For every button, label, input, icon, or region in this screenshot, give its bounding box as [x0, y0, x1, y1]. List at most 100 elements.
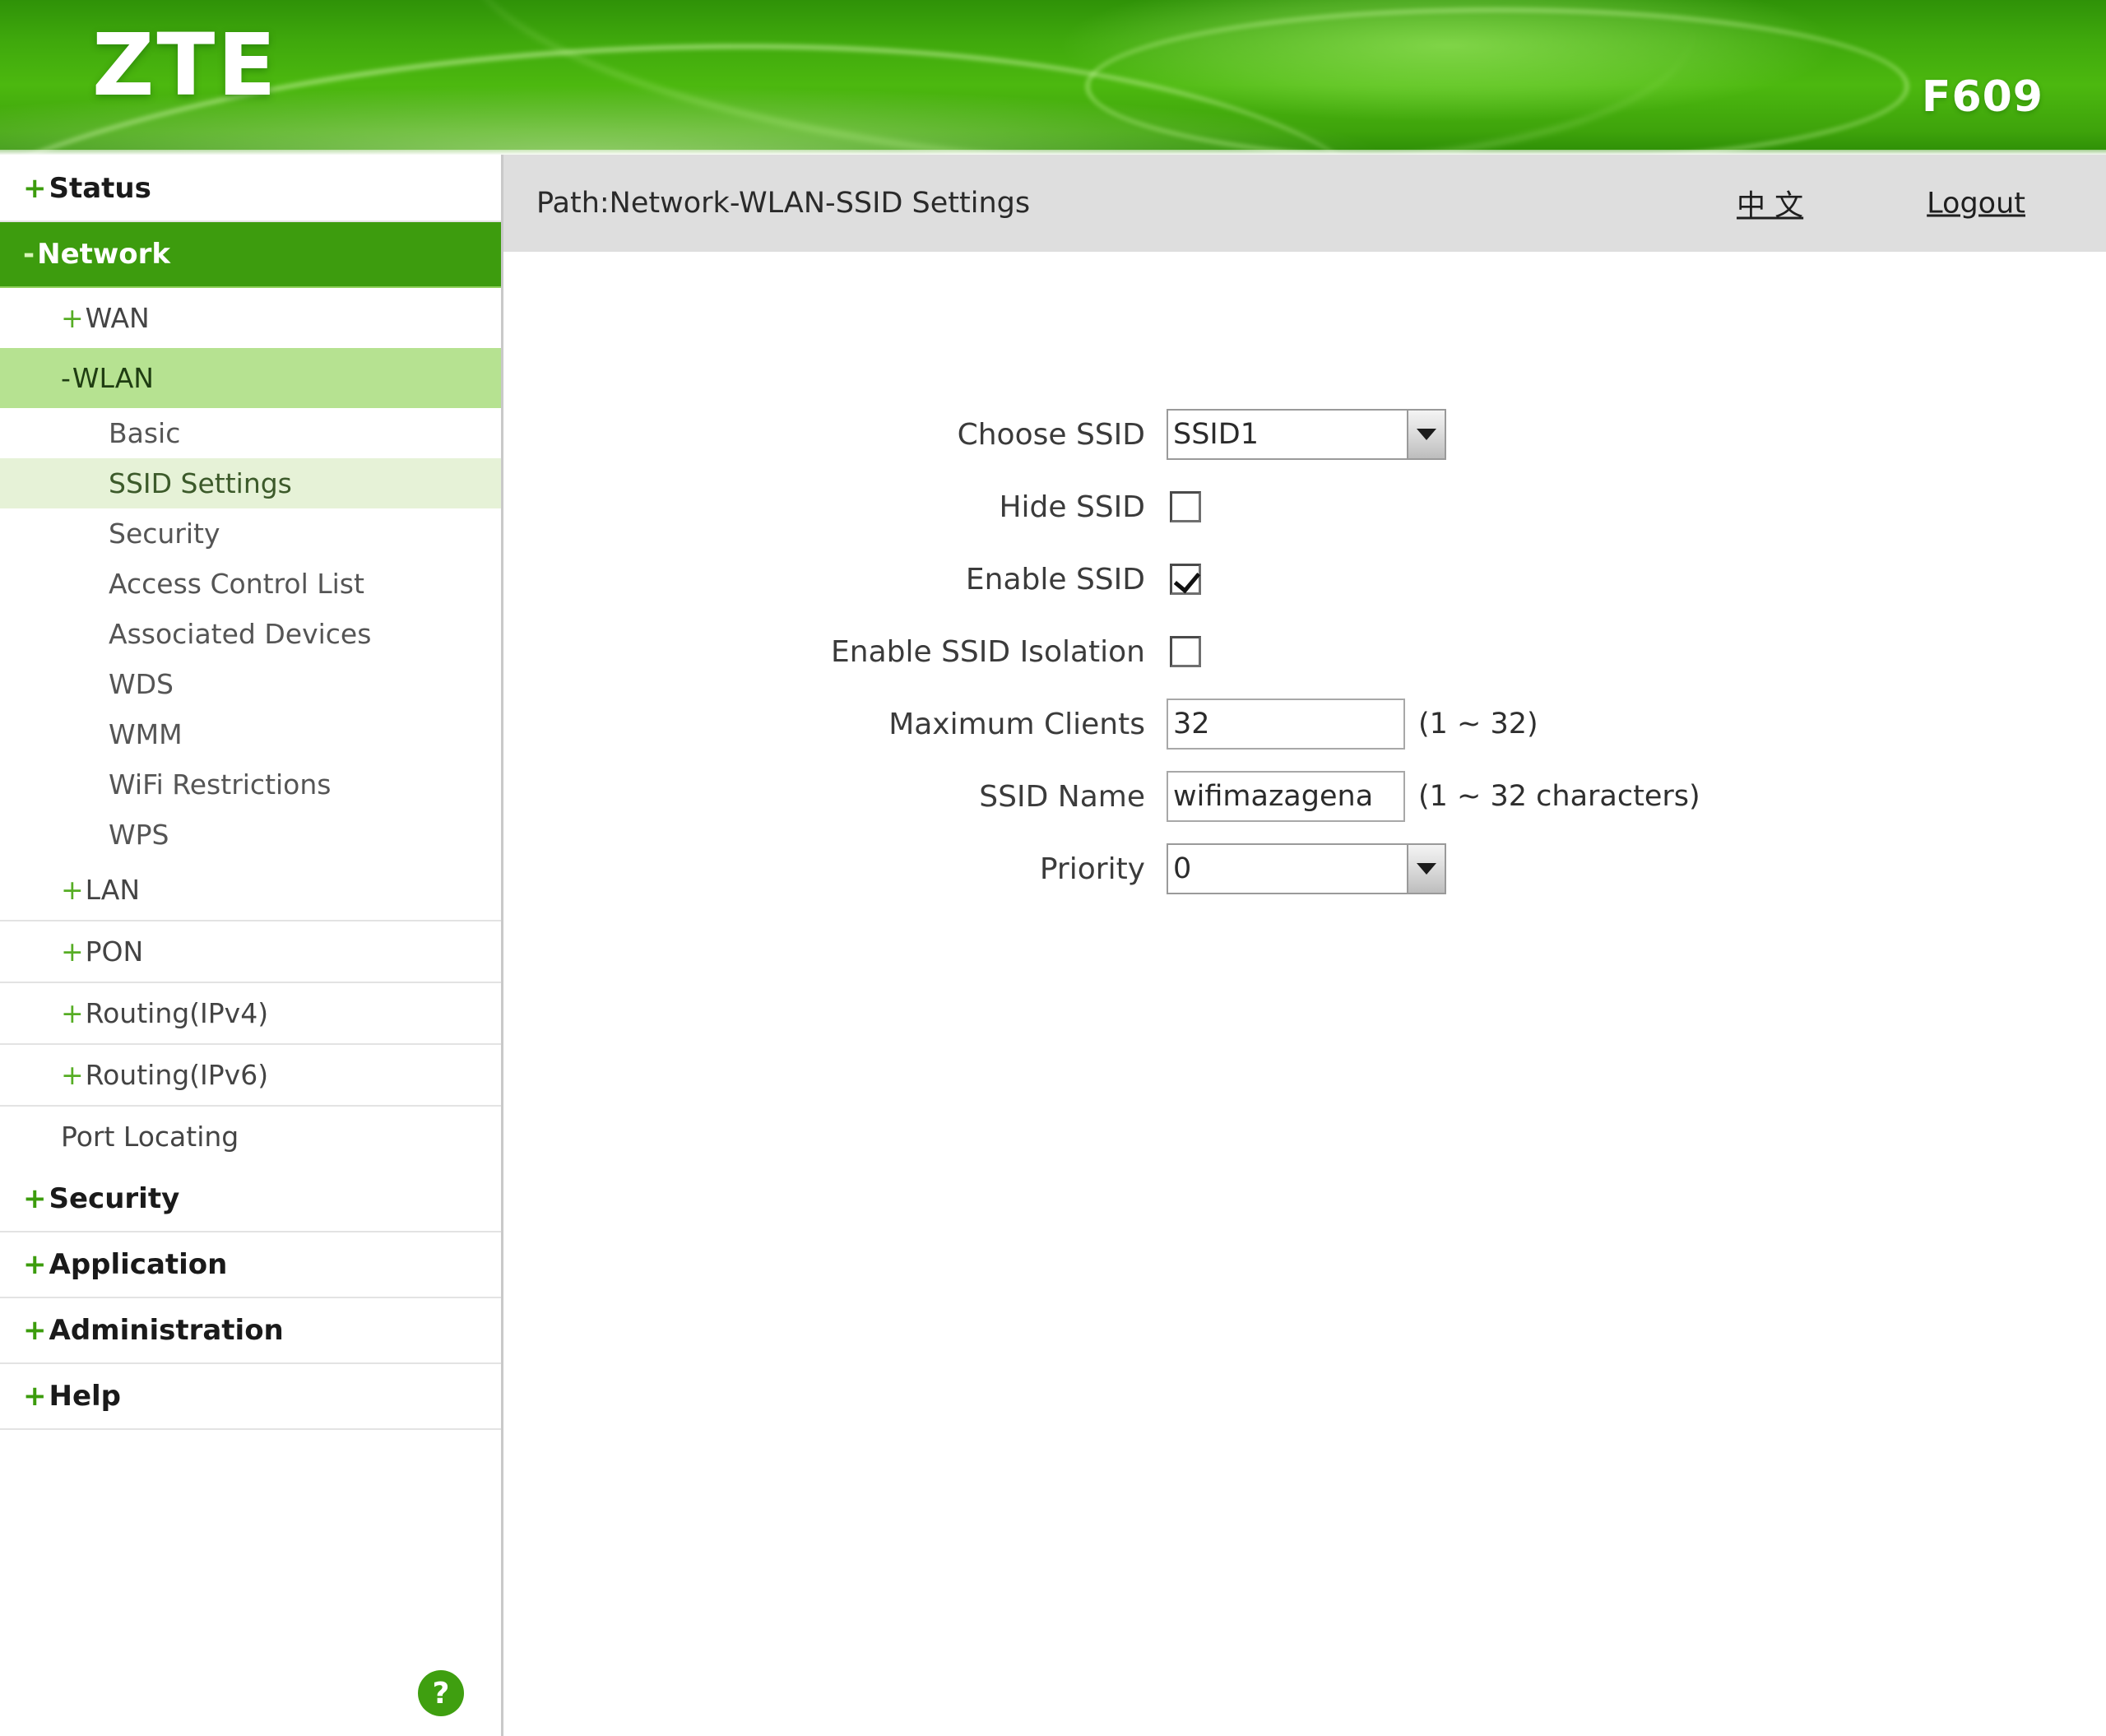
sidebar-item-associated-devices[interactable]: Associated Devices: [0, 609, 501, 659]
expand-plus-icon: +: [61, 874, 84, 906]
sidebar-item-label: Associated Devices: [109, 618, 371, 650]
maximum-clients-label: Maximum Clients: [665, 708, 1167, 741]
maximum-clients-hint: (1 ~ 32): [1418, 708, 1538, 740]
form-row-ssid-name: SSID Name (1 ~ 32 characters): [665, 760, 2106, 833]
sidebar-item-label: PON: [86, 935, 144, 968]
sidebar-item-security[interactable]: Security: [0, 508, 501, 559]
language-switch-link[interactable]: 中 文: [1737, 183, 1803, 225]
sidebar-item-label: Network: [37, 238, 170, 271]
priority-label: Priority: [665, 852, 1167, 886]
sidebar-item-label: WDS: [109, 668, 174, 700]
ssid-settings-form: Choose SSID SSID1SSID2SSID3SSID4 Hide SS…: [503, 252, 2106, 905]
sidebar-item-pon[interactable]: +PON: [0, 920, 501, 982]
sidebar-item-label: Help: [49, 1380, 122, 1413]
expand-plus-icon: +: [23, 1248, 47, 1281]
choose-ssid-control: SSID1SSID2SSID3SSID4: [1167, 409, 1446, 460]
expand-plus-icon: +: [61, 1059, 84, 1091]
header-links: 中 文 Logout: [1737, 183, 2025, 225]
breadcrumb: Path:Network-WLAN-SSID Settings: [536, 187, 1030, 220]
sidebar-item-label: WMM: [109, 718, 183, 750]
expand-plus-icon: +: [23, 1314, 47, 1347]
sidebar-item-label: WLAN: [72, 362, 154, 394]
choose-ssid-select-wrapper: SSID1SSID2SSID3SSID4: [1167, 409, 1446, 460]
expand-plus-icon: +: [61, 935, 84, 968]
ssid-name-input[interactable]: [1167, 771, 1405, 822]
sidebar-item-label: WiFi Restrictions: [109, 768, 331, 801]
hide-ssid-control: [1167, 491, 1201, 522]
device-model-label: F609: [1922, 72, 2043, 122]
priority-select-wrapper: 0123: [1167, 843, 1446, 894]
sidebar-item-label: Access Control List: [109, 568, 364, 600]
collapse-minus-icon: -: [23, 238, 35, 271]
ssid-name-label: SSID Name: [665, 780, 1167, 814]
page-body: +Status-Network+WAN-WLANBasicSSID Settin…: [0, 155, 2106, 1736]
enable-ssid-isolation-checkbox[interactable]: [1170, 636, 1201, 667]
sidebar-item-ssid-settings[interactable]: SSID Settings: [0, 458, 501, 508]
sidebar-item-label: Routing(IPv6): [86, 1059, 268, 1091]
form-row-choose-ssid: Choose SSID SSID1SSID2SSID3SSID4: [665, 398, 2106, 471]
sidebar-item-wps[interactable]: WPS: [0, 810, 501, 860]
enable-ssid-isolation-control: [1167, 636, 1201, 667]
sidebar-item-label: LAN: [86, 874, 140, 906]
form-row-maximum-clients: Maximum Clients (1 ~ 32): [665, 688, 2106, 760]
enable-ssid-control: [1167, 564, 1201, 595]
maximum-clients-control: (1 ~ 32): [1167, 699, 1538, 750]
sidebar-item-routing-ipv6-[interactable]: +Routing(IPv6): [0, 1043, 501, 1105]
sidebar-item-wmm[interactable]: WMM: [0, 709, 501, 759]
sidebar-item-routing-ipv4-[interactable]: +Routing(IPv4): [0, 982, 501, 1043]
sidebar-item-application[interactable]: +Application: [0, 1232, 501, 1298]
sidebar-item-wds[interactable]: WDS: [0, 659, 501, 709]
sidebar-item-port-locating[interactable]: Port Locating: [0, 1105, 501, 1167]
sidebar-item-network[interactable]: -Network: [0, 222, 501, 288]
expand-plus-icon: +: [23, 1182, 47, 1215]
collapse-minus-icon: -: [61, 362, 71, 394]
zte-logo: ZTE: [92, 15, 278, 115]
sidebar-item-basic[interactable]: Basic: [0, 408, 501, 458]
ssid-name-hint: (1 ~ 32 characters): [1418, 780, 1700, 813]
choose-ssid-label: Choose SSID: [665, 418, 1167, 452]
expand-plus-icon: +: [23, 1380, 47, 1413]
breadcrumb-bar: Path:Network-WLAN-SSID Settings 中 文 Logo…: [503, 155, 2106, 252]
sidebar-item-label: Routing(IPv4): [86, 997, 268, 1029]
sidebar-item-label: Security: [49, 1182, 180, 1215]
form-row-enable-ssid: Enable SSID: [665, 543, 2106, 615]
sidebar-navigation: +Status-Network+WAN-WLANBasicSSID Settin…: [0, 155, 503, 1736]
sidebar-item-access-control-list[interactable]: Access Control List: [0, 559, 501, 609]
help-icon[interactable]: ?: [418, 1670, 464, 1716]
enable-ssid-checkbox[interactable]: [1170, 564, 1201, 595]
sidebar-item-label: Administration: [49, 1314, 284, 1347]
sidebar-item-label: Port Locating: [61, 1121, 239, 1153]
sidebar-item-wan[interactable]: +WAN: [0, 288, 501, 348]
ssid-name-control: (1 ~ 32 characters): [1167, 771, 1700, 822]
sidebar-item-label: WAN: [86, 302, 150, 334]
sidebar-item-help[interactable]: +Help: [0, 1364, 501, 1430]
sidebar-item-label: Application: [49, 1248, 228, 1281]
form-row-hide-ssid: Hide SSID: [665, 471, 2106, 543]
priority-select[interactable]: 0123: [1167, 843, 1446, 894]
sidebar-item-label: Basic: [109, 417, 180, 449]
form-row-priority: Priority 0123: [665, 833, 2106, 905]
expand-plus-icon: +: [61, 997, 84, 1029]
logout-link[interactable]: Logout: [1927, 187, 2025, 220]
sidebar-item-label: Status: [49, 172, 151, 205]
sidebar-item-wlan[interactable]: -WLAN: [0, 348, 501, 408]
sidebar-item-security[interactable]: +Security: [0, 1167, 501, 1232]
sidebar-item-label: WPS: [109, 819, 169, 851]
sidebar-item-lan[interactable]: +LAN: [0, 860, 501, 920]
sidebar-item-label: Security: [109, 518, 220, 550]
expand-plus-icon: +: [61, 302, 84, 334]
hide-ssid-checkbox[interactable]: [1170, 491, 1201, 522]
sidebar-item-wifi-restrictions[interactable]: WiFi Restrictions: [0, 759, 501, 810]
hide-ssid-label: Hide SSID: [665, 490, 1167, 524]
sidebar-menu-list: +Status-Network+WAN-WLANBasicSSID Settin…: [0, 156, 501, 1430]
main-content: Path:Network-WLAN-SSID Settings 中 文 Logo…: [503, 155, 2106, 1736]
maximum-clients-input[interactable]: [1167, 699, 1405, 750]
form-row-enable-ssid-isolation: Enable SSID Isolation: [665, 615, 2106, 688]
choose-ssid-select[interactable]: SSID1SSID2SSID3SSID4: [1167, 409, 1446, 460]
sidebar-item-administration[interactable]: +Administration: [0, 1298, 501, 1364]
sidebar-item-status[interactable]: +Status: [0, 156, 501, 222]
expand-plus-icon: +: [23, 172, 47, 205]
app-header-banner: ZTE F609: [0, 0, 2106, 155]
sidebar-item-label: SSID Settings: [109, 467, 292, 499]
enable-ssid-isolation-label: Enable SSID Isolation: [665, 635, 1167, 669]
